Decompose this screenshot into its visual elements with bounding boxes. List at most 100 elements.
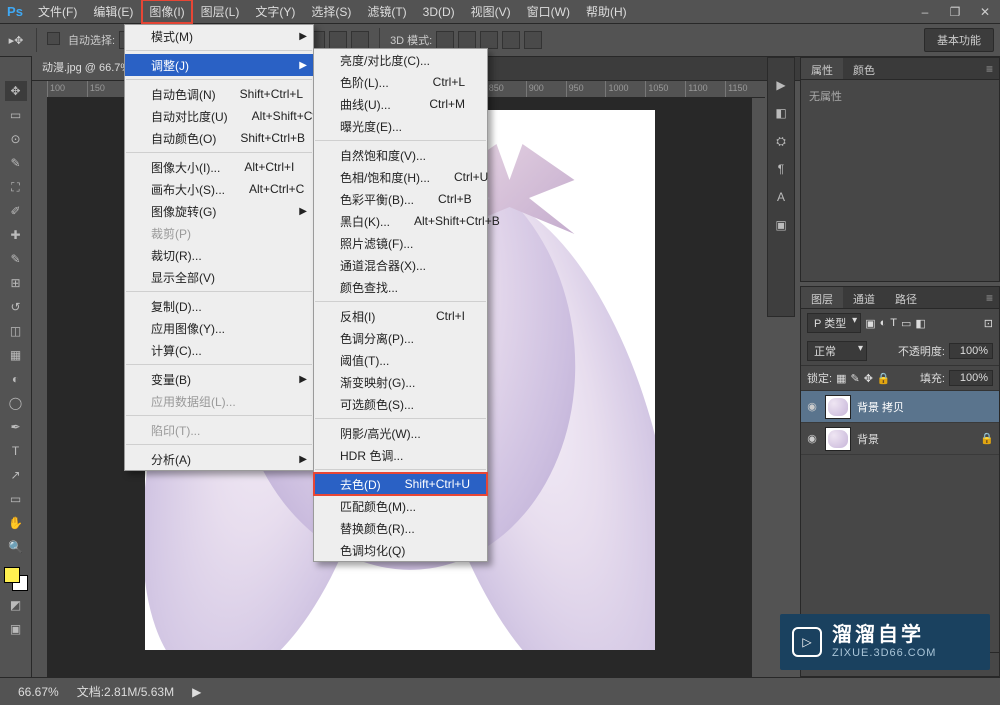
menu-window[interactable]: 窗口(W) — [519, 0, 578, 24]
workspace-button[interactable]: 基本功能 — [924, 28, 994, 52]
character-panel-icon[interactable]: A — [772, 188, 790, 206]
menu-edit[interactable]: 编辑(E) — [85, 0, 141, 24]
tab-color[interactable]: 颜色 — [843, 58, 885, 79]
mode-3d-icon[interactable] — [502, 31, 520, 49]
color-swatches[interactable] — [4, 567, 28, 591]
menu-item[interactable]: HDR 色调... — [314, 444, 487, 466]
mode-3d-icon[interactable] — [480, 31, 498, 49]
menu-item[interactable]: 反相(I)Ctrl+I — [314, 305, 487, 327]
layer-row[interactable]: ◉ 背景 拷贝 — [801, 391, 999, 423]
pen-tool[interactable]: ✒ — [5, 417, 27, 437]
filter-shape-icon[interactable]: ▭ — [901, 317, 911, 330]
eraser-tool[interactable]: ◫ — [5, 321, 27, 341]
menu-item[interactable]: 模式(M) — [125, 25, 313, 47]
marquee-tool[interactable]: ▭ — [5, 105, 27, 125]
menu-item[interactable]: 照片滤镜(F)... — [314, 232, 487, 254]
layer-name[interactable]: 背景 — [857, 431, 879, 447]
visibility-toggle[interactable]: ◉ — [805, 432, 819, 445]
menu-item[interactable]: 色阶(L)...Ctrl+L — [314, 71, 487, 93]
zoom-value[interactable]: 66.67% — [18, 685, 59, 699]
stamp-tool[interactable]: ⊞ — [5, 273, 27, 293]
tab-channels[interactable]: 通道 — [843, 287, 885, 308]
styles-panel-icon[interactable]: ▣ — [772, 216, 790, 234]
menu-item[interactable]: 变量(B) — [125, 368, 313, 390]
menu-item[interactable]: 匹配颜色(M)... — [314, 495, 487, 517]
lock-transparent-icon[interactable]: ▦ — [836, 372, 846, 385]
dodge-tool[interactable]: ◯ — [5, 393, 27, 413]
menu-3d[interactable]: 3D(D) — [415, 1, 463, 23]
filter-type-icon[interactable]: T — [890, 317, 897, 329]
menu-item[interactable]: 去色(D)Shift+Ctrl+U — [314, 473, 487, 495]
panel-menu-icon[interactable]: ≡ — [980, 58, 999, 79]
brush-tool[interactable]: ✎ — [5, 249, 27, 269]
menu-item[interactable]: 色彩平衡(B)...Ctrl+B — [314, 188, 487, 210]
menu-item[interactable]: 色相/饱和度(H)...Ctrl+U — [314, 166, 487, 188]
opacity-value[interactable]: 100% — [949, 343, 993, 359]
layer-thumbnail[interactable] — [825, 395, 851, 419]
menu-item[interactable]: 颜色查找... — [314, 276, 487, 298]
tab-layers[interactable]: 图层 — [801, 287, 843, 308]
menu-item[interactable]: 计算(C)... — [125, 339, 313, 361]
filter-smart-icon[interactable]: ◧ — [915, 317, 925, 330]
menu-layer[interactable]: 图层(L) — [193, 0, 248, 24]
auto-select-checkbox[interactable] — [47, 32, 64, 48]
menu-item[interactable]: 复制(D)... — [125, 295, 313, 317]
layer-name[interactable]: 背景 拷贝 — [857, 399, 904, 415]
menu-item[interactable]: 分析(A) — [125, 448, 313, 470]
menu-item[interactable]: 渐变映射(G)... — [314, 371, 487, 393]
crop-tool[interactable]: ⛶ — [5, 177, 27, 197]
history-brush-tool[interactable]: ↺ — [5, 297, 27, 317]
screen-mode-tool[interactable]: ▣ — [5, 619, 27, 639]
panel-menu-icon[interactable]: ≡ — [980, 287, 999, 308]
menu-view[interactable]: 视图(V) — [463, 0, 519, 24]
filter-pixel-icon[interactable]: ▣ — [865, 317, 875, 330]
menu-item[interactable]: 自动色调(N)Shift+Ctrl+L — [125, 83, 313, 105]
menu-item[interactable]: 阈值(T)... — [314, 349, 487, 371]
menu-item[interactable]: 图像大小(I)...Alt+Ctrl+I — [125, 156, 313, 178]
quick-select-tool[interactable]: ✎ — [5, 153, 27, 173]
gradient-tool[interactable]: ▦ — [5, 345, 27, 365]
minimize-button[interactable]: – — [910, 1, 940, 23]
doc-info[interactable]: 文档:2.81M/5.63M — [77, 683, 174, 700]
foreground-swatch[interactable] — [4, 567, 20, 583]
shape-tool[interactable]: ▭ — [5, 489, 27, 509]
menu-item[interactable]: 画布大小(S)...Alt+Ctrl+C — [125, 178, 313, 200]
menu-type[interactable]: 文字(Y) — [247, 0, 303, 24]
menu-item[interactable]: 调整(J) — [125, 54, 313, 76]
menu-image[interactable]: 图像(I) — [141, 0, 192, 24]
menu-item[interactable]: 图像旋转(G) — [125, 200, 313, 222]
mode-3d-icon[interactable] — [524, 31, 542, 49]
mode-3d-icon[interactable] — [458, 31, 476, 49]
close-button[interactable]: ✕ — [970, 1, 1000, 23]
visibility-toggle[interactable]: ◉ — [805, 400, 819, 413]
quick-mask-tool[interactable]: ◩ — [5, 595, 27, 615]
menu-item[interactable]: 显示全部(V) — [125, 266, 313, 288]
menu-select[interactable]: 选择(S) — [303, 0, 359, 24]
menu-item[interactable]: 曲线(U)...Ctrl+M — [314, 93, 487, 115]
mode-3d-icon[interactable] — [436, 31, 454, 49]
menu-item[interactable]: 阴影/高光(W)... — [314, 422, 487, 444]
menu-item[interactable]: 曝光度(E)... — [314, 115, 487, 137]
history-panel-icon[interactable]: ▶ — [772, 76, 790, 94]
lasso-tool[interactable]: ⊙ — [5, 129, 27, 149]
menu-item[interactable]: 黑白(K)...Alt+Shift+Ctrl+B — [314, 210, 487, 232]
blend-mode-select[interactable]: 正常 — [807, 341, 867, 361]
menu-help[interactable]: 帮助(H) — [578, 0, 635, 24]
lock-position-icon[interactable]: ✥ — [864, 372, 873, 385]
distribute-icon[interactable] — [351, 31, 369, 49]
menu-item[interactable]: 自动颜色(O)Shift+Ctrl+B — [125, 127, 313, 149]
zoom-tool[interactable]: 🔍 — [5, 537, 27, 557]
move-tool[interactable]: ✥ — [5, 81, 27, 101]
menu-item[interactable]: 自然饱和度(V)... — [314, 144, 487, 166]
type-tool[interactable]: T — [5, 441, 27, 461]
menu-filter[interactable]: 滤镜(T) — [359, 0, 414, 24]
healing-tool[interactable]: ✚ — [5, 225, 27, 245]
actions-panel-icon[interactable]: ◧ — [772, 104, 790, 122]
menu-item[interactable]: 通道混合器(X)... — [314, 254, 487, 276]
paragraph-panel-icon[interactable]: ¶ — [772, 160, 790, 178]
menu-item[interactable]: 亮度/对比度(C)... — [314, 49, 487, 71]
menu-item[interactable]: 自动对比度(U)Alt+Shift+Ctrl+L — [125, 105, 313, 127]
menu-item[interactable]: 可选颜色(S)... — [314, 393, 487, 415]
lock-pixels-icon[interactable]: ✎ — [850, 372, 859, 385]
tab-paths[interactable]: 路径 — [885, 287, 927, 308]
